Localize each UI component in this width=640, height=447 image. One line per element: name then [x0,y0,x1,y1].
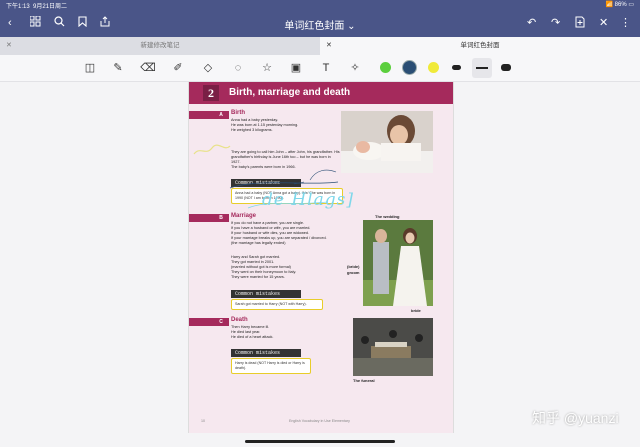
section-c-mistakes-box: Harry is dead (NOT Harry is died or Harr… [231,358,311,374]
section-c-title: Death [231,317,248,323]
color-yellow-swatch[interactable] [428,62,439,73]
home-indicator[interactable] [245,440,395,443]
status-bar: 下午1:13 9月21日周二 📶 86% ▭ [0,0,640,10]
stroke-thick-option[interactable] [501,64,511,71]
yellow-scribble[interactable] [192,140,232,160]
tab-label: 新建修改笔记 [140,42,180,49]
mother-baby-photo [341,111,433,173]
status-battery: 📶 86% ▭ [605,2,635,8]
add-page-icon[interactable] [575,16,585,32]
stroke-thin-option[interactable] [452,65,461,70]
section-c-letter: C [217,318,225,326]
undo-icon[interactable]: ↶ [527,16,536,30]
status-time: 下午1:13 9月21日周二 [6,4,68,10]
wedding-photo [363,220,433,306]
reader-mode-icon[interactable]: ◫ [82,60,98,76]
more-icon[interactable]: ⋮ [620,16,631,30]
laser-pointer-icon[interactable]: ✧ [347,60,363,76]
section-c-mistakes-header: Common mistakes [231,349,301,357]
drawing-toolbar: ◫ ✎ ⌫ ✐ ◇ ◌ ☆ ▣ T ✧ [0,55,640,82]
caption-bride: bride [411,308,421,313]
book-page: 2 Birth, marriage and death A Birth Anna… [188,82,454,433]
funeral-photo [353,318,433,376]
pen-icon[interactable]: ✎ [110,60,126,76]
section-a-title: Birth [231,110,245,116]
redo-icon[interactable]: ↷ [551,16,560,30]
caption-bride-label: (bride) [347,264,360,269]
section-b-text-1: If you do not have a partner, you are si… [231,221,327,245]
tab-label: 单词红色封面 [460,42,500,49]
shapes-icon[interactable]: ◇ [200,60,216,76]
nav-bar: ‹ 单词红色封面 ⌄ ↶ ↷ ✕ ⋮ [0,10,640,37]
tab-notes[interactable]: ✕ 新建修改笔记 [0,37,320,55]
watermark: 知乎 @yuanzi [532,410,619,426]
section-b-letter: B [217,214,225,222]
close-tab-icon[interactable]: ✕ [6,37,12,55]
section-c-text: Then Harry became ill. He died last year… [231,325,274,339]
caption-funeral: The funeral [353,378,375,383]
text-icon[interactable]: T [318,60,334,76]
sticker-icon[interactable]: ☆ [259,60,275,76]
tab-vocab[interactable]: ✕ 单词红色封面 [320,37,640,55]
page-number: 10 [201,419,205,423]
close-icon[interactable]: ✕ [599,16,608,30]
section-b-mistakes-header: Common mistakes [231,290,301,298]
unit-number: 2 [203,85,219,101]
section-b-text-2: Harry and Sarah got married. They got ma… [231,255,297,279]
caption-groom: groom [347,270,360,275]
page-footer-title: English Vocabulary in Use Elementary [289,419,350,423]
eraser-icon[interactable]: ⌫ [140,60,156,76]
caption-wedding: The wedding [375,214,400,219]
section-b-title: Marriage [231,213,257,219]
unit-title: Birth, marriage and death [229,87,351,98]
lasso-icon[interactable]: ◌ [230,60,246,76]
highlighter-icon[interactable]: ✐ [170,60,186,76]
close-tab-icon[interactable]: ✕ [326,37,332,55]
navy-scribble[interactable] [290,164,342,190]
document-title[interactable]: 单词红色封面 ⌄ [0,17,640,32]
unit-header: 2 Birth, marriage and death [189,82,453,104]
stroke-medium-option[interactable] [472,58,492,78]
tab-bar: ✕ 新建修改笔记 ✕ 单词红色封面 [0,37,640,55]
color-navy-swatch[interactable] [402,60,417,75]
section-a-letter: A [217,111,225,119]
section-b-mistakes-box: Sarah got married to Harry (NOT with Har… [231,299,323,310]
section-a-text-1: Anna had a baby yesterday. He was born a… [231,118,299,132]
image-icon[interactable]: ▣ [288,60,304,76]
color-green-swatch[interactable] [380,62,391,73]
